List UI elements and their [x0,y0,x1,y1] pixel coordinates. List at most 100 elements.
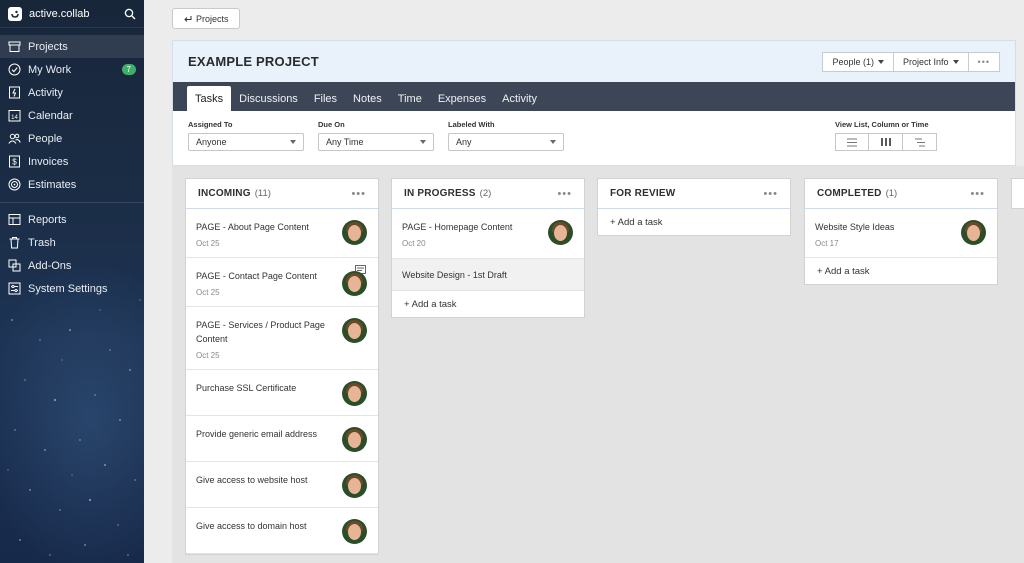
tab-discussions[interactable]: Discussions [231,86,306,111]
main-content: Projects EXAMPLE PROJECT People (1) Proj… [144,0,1024,563]
assignee-avatar [342,318,367,343]
column-menu-button[interactable]: ••• [970,188,985,200]
chevron-down-icon [420,140,426,144]
task-card[interactable]: Website Style Ideas Oct 17 [805,209,997,258]
activecollab-logo-icon[interactable] [8,6,22,21]
add-task-button[interactable]: + Add a task [805,258,997,284]
task-filters: Assigned To Anyone Due On Any Time Label… [173,111,1015,166]
column-in-progress: IN PROGRESS (2) ••• PAGE - Homepage Cont… [391,178,585,318]
addons-icon [8,259,21,272]
task-title: PAGE - Services / Product Page Content [196,320,325,344]
column-count: (1) [885,188,898,199]
task-due-date: Oct 17 [815,239,839,248]
project-tabs: Tasks Discussions Files Notes Time Expen… [173,82,1015,111]
search-icon[interactable] [124,8,136,20]
view-toggle-label: View List, Column or Time [835,120,929,129]
svg-text:14: 14 [11,115,18,121]
column-menu-button[interactable]: ••• [351,188,366,200]
people-icon [8,133,21,144]
tab-time[interactable]: Time [390,86,430,111]
task-card[interactable]: Give access to domain host [186,508,378,554]
add-task-button[interactable]: + Add a task [392,291,584,317]
task-card[interactable]: Website Design - 1st Draft [392,259,584,291]
task-card[interactable]: Provide generic email address [186,416,378,462]
column-menu-button[interactable]: ••• [763,188,778,200]
sidebar-item-label: My Work [28,63,72,76]
project-panel: EXAMPLE PROJECT People (1) Project Info … [172,40,1016,166]
task-card[interactable]: PAGE - Contact Page Content Oct 25 [186,258,378,307]
list-view-button[interactable] [835,133,869,151]
column-view-button[interactable] [869,133,903,151]
due-on-label: Due On [318,120,345,129]
assignee-avatar [961,220,986,245]
column-title: COMPLETED [817,188,882,199]
more-options-icon: ••• [977,56,990,67]
tab-tasks[interactable]: Tasks [187,86,232,111]
sidebar-item-trash[interactable]: Trash [0,231,144,254]
back-button-label: Projects [196,13,229,24]
labeled-with-filter: Labeled With Any [448,120,564,151]
sidebar-item-reports[interactable]: Reports [0,208,144,231]
sidebar-item-people[interactable]: People [0,127,144,150]
project-info-dropdown-button[interactable]: Project Info [894,51,969,72]
trash-icon [9,237,20,249]
invoice-icon: $ [9,155,20,168]
activity-icon [9,86,20,99]
tab-notes[interactable]: Notes [345,86,390,111]
due-on-value: Any Time [326,137,364,147]
sidebar-item-label: System Settings [28,282,108,295]
sidebar-item-label: Calendar [28,109,73,122]
column-title: FOR REVIEW [610,188,676,199]
more-options-button[interactable]: ••• [968,51,1000,72]
sidebar-item-activity[interactable]: Activity [0,81,144,104]
calendar-icon: 14 [8,110,21,122]
sidebar-divider [0,202,144,203]
sidebar-item-my-work[interactable]: My Work 7 [0,58,144,81]
task-card[interactable]: Purchase SSL Certificate [186,370,378,416]
settings-icon [8,282,21,295]
sidebar-header: active.collab [0,0,144,28]
due-on-select[interactable]: Any Time [318,133,434,151]
task-due-date: Oct 25 [196,239,220,248]
sidebar-item-label: People [28,132,63,145]
task-title: Website Style Ideas [815,222,895,232]
task-board: INCOMING (11) ••• PAGE - About Page Cont… [172,166,1024,563]
column-header: INCOMING (11) ••• [186,179,378,209]
tab-activity[interactable]: Activity [494,86,545,111]
view-toggle-group: View List, Column or Time [835,120,937,151]
sidebar-item-projects[interactable]: Projects [0,35,144,58]
sidebar-item-system-settings[interactable]: System Settings [0,277,144,300]
task-card[interactable]: PAGE - Homepage Content Oct 20 [392,209,584,259]
task-card[interactable]: PAGE - About Page Content Oct 25 [186,209,378,258]
task-card[interactable]: PAGE - Services / Product Page Content O… [186,307,378,370]
sidebar-item-estimates[interactable]: Estimates [0,173,144,196]
add-task-button[interactable]: + Add a task [598,209,790,235]
sidebar-item-calendar[interactable]: 14 Calendar [0,104,144,127]
tab-expenses[interactable]: Expenses [430,86,494,111]
assigned-to-select[interactable]: Anyone [188,133,304,151]
column-menu-button[interactable]: ••• [557,188,572,200]
timeline-view-button[interactable] [903,133,937,151]
task-due-date: Oct 25 [196,288,220,297]
assigned-to-filter: Assigned To Anyone [188,120,304,151]
assignee-avatar [342,271,367,296]
task-due-date: Oct 20 [402,239,426,248]
sidebar-item-add-ons[interactable]: Add-Ons [0,254,144,277]
assignee-avatar [342,220,367,245]
back-to-projects-button[interactable]: Projects [172,8,240,29]
chevron-down-icon [878,59,885,64]
column-title: INCOMING [198,188,251,199]
people-dropdown-button[interactable]: People (1) [822,51,895,72]
column-header: FOR REVIEW ••• [598,179,790,209]
list-view-icon [847,138,857,146]
column-completed: COMPLETED (1) ••• Website Style Ideas Oc… [804,178,998,285]
sidebar-item-invoices[interactable]: $ Invoices [0,150,144,173]
sidebar-item-label: Trash [28,236,56,249]
tab-files[interactable]: Files [306,86,345,111]
column-for-review: FOR REVIEW ••• + Add a task [597,178,791,236]
task-card[interactable]: Give access to website host [186,462,378,508]
project-header: EXAMPLE PROJECT People (1) Project Info … [173,41,1015,82]
column-view-icon [880,138,891,146]
add-column-edge[interactable] [1011,178,1024,209]
labeled-with-select[interactable]: Any [448,133,564,151]
